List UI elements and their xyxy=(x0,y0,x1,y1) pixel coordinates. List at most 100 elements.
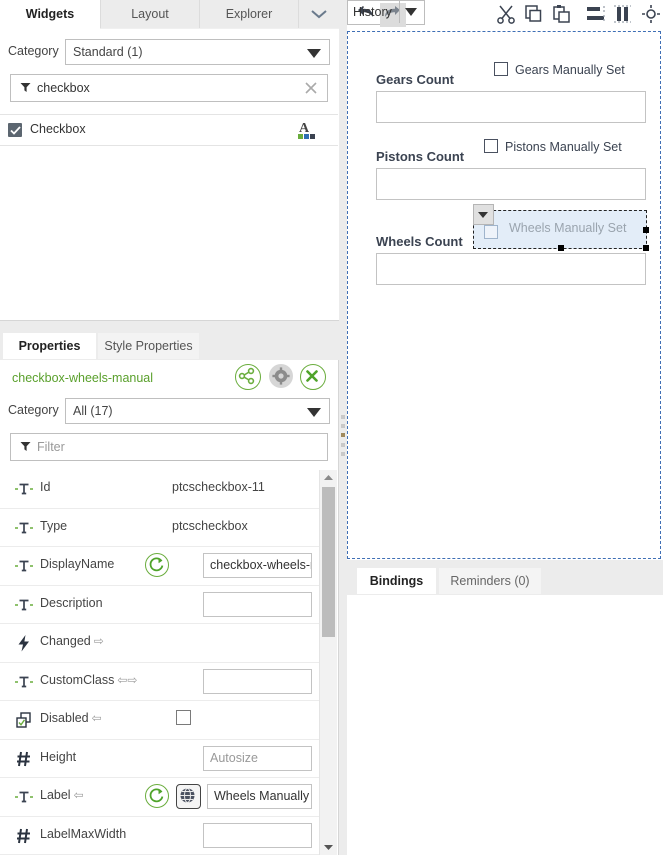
disabled-checkbox[interactable] xyxy=(176,710,191,725)
label-input[interactable]: Wheels Manually xyxy=(207,784,312,809)
gears-manually-set-label: Gears Manually Set xyxy=(515,63,625,77)
widgets-category-label: Category xyxy=(8,44,59,58)
widget-search-input[interactable]: checkbox xyxy=(10,74,328,102)
property-row-type: Type ptcscheckbox xyxy=(0,508,320,547)
share-icon[interactable] xyxy=(235,364,262,390)
mashup-builder-app: Widgets Layout Explorer Category Standar… xyxy=(0,0,663,855)
property-row-id: Id ptcscheckbox-11 xyxy=(0,470,320,509)
properties-tabbar: Properties Style Properties xyxy=(0,333,339,360)
svg-text:A: A xyxy=(299,121,310,136)
property-rows: Id ptcscheckbox-11 Type ptcscheckbox Dis… xyxy=(0,470,320,855)
reset-property-icon[interactable] xyxy=(145,553,169,577)
tab-bindings[interactable]: Bindings xyxy=(357,568,436,594)
pistons-count-input[interactable] xyxy=(376,168,646,200)
scrollbar-thumb[interactable] xyxy=(322,487,335,637)
description-input[interactable] xyxy=(203,591,312,617)
list-item-label: Checkbox xyxy=(30,122,86,136)
resize-handle-right[interactable] xyxy=(643,227,649,233)
gears-manually-set-checkbox[interactable] xyxy=(494,62,508,76)
customclass-input[interactable] xyxy=(203,668,312,694)
pistons-manually-set-checkbox[interactable] xyxy=(484,139,498,153)
displayname-input[interactable]: checkbox-wheels-man xyxy=(203,553,312,578)
tab-layout[interactable]: Layout xyxy=(101,0,200,28)
fit-to-container-icon[interactable] xyxy=(640,4,663,26)
chevron-down-icon xyxy=(478,212,488,218)
property-row-height: Height Autosize xyxy=(0,739,320,778)
resize-handle-bottom[interactable] xyxy=(558,245,564,251)
wheels-manually-set-label: Wheels Manually Set xyxy=(509,221,627,235)
binding-arrow-icon: ⇦⇨ xyxy=(117,672,138,687)
pistons-count-label: Pistons Count xyxy=(376,149,465,164)
cut-icon[interactable] xyxy=(495,4,519,26)
filter-icon xyxy=(20,441,31,455)
widgets-category-row: Category Standard (1) xyxy=(8,39,330,65)
align-horizontal-icon[interactable] xyxy=(584,4,608,26)
widgets-tabbar: Widgets Layout Explorer xyxy=(0,0,339,30)
scroll-down-icon[interactable] xyxy=(320,840,337,855)
text-type-icon xyxy=(14,556,34,576)
mashup-canvas[interactable]: Gears Count Gears Manually Set Pistons C… xyxy=(347,31,661,559)
property-row-changed: Changed ⇨ xyxy=(0,624,320,663)
properties-scrollbar[interactable] xyxy=(319,470,337,855)
close-icon[interactable] xyxy=(300,364,326,390)
paste-icon[interactable] xyxy=(551,4,575,26)
selected-widget-wheels-manually-set[interactable]: Wheels Manually Set xyxy=(473,210,649,251)
chevron-down-icon[interactable] xyxy=(299,0,339,28)
property-row-disabled: Disabled ⇦ xyxy=(0,701,320,740)
panel-horizontal-splitter[interactable] xyxy=(0,320,339,336)
property-row-labelmaxwidth: LabelMaxWidth xyxy=(0,816,320,855)
scroll-up-icon[interactable] xyxy=(320,470,337,485)
properties-filter-input[interactable]: Filter xyxy=(10,433,328,461)
chevron-down-icon xyxy=(307,49,321,58)
property-label: Height xyxy=(40,749,77,764)
widgets-category-value: Standard (1) xyxy=(73,45,143,59)
tab-explorer[interactable]: Explorer xyxy=(200,0,299,28)
properties-category-label: Category xyxy=(8,403,59,417)
property-label: Type xyxy=(40,518,68,533)
property-value: ptcscheckbox-11 xyxy=(172,480,265,494)
properties-category-select[interactable]: All (17) xyxy=(65,398,330,424)
tab-style-properties[interactable]: Style Properties xyxy=(98,333,199,359)
tab-reminders[interactable]: Reminders (0) xyxy=(439,568,541,594)
bindings-body xyxy=(347,595,663,855)
tab-properties[interactable]: Properties xyxy=(3,333,96,359)
labelmaxwidth-input[interactable] xyxy=(203,822,312,848)
height-input[interactable]: Autosize xyxy=(203,745,312,771)
wheels-count-input[interactable] xyxy=(376,253,646,285)
widget-search-value: checkbox xyxy=(37,81,90,95)
properties-category-row: Category All (17) xyxy=(8,398,330,424)
property-label: LabelMaxWidth xyxy=(40,826,127,841)
widget-list: Checkbox A xyxy=(0,114,338,316)
widgets-category-select[interactable]: Standard (1) xyxy=(65,39,330,65)
checkbox-icon xyxy=(8,123,22,137)
reset-property-icon[interactable] xyxy=(145,784,169,808)
text-widget-icon: A xyxy=(298,119,316,142)
text-type-icon xyxy=(14,787,34,807)
history-separator xyxy=(399,0,400,23)
chevron-down-icon[interactable] xyxy=(405,8,417,16)
close-icon[interactable] xyxy=(301,78,321,98)
bindings-splitter[interactable] xyxy=(347,560,663,568)
wheels-manually-set-checkbox[interactable] xyxy=(484,225,498,239)
properties-category-value: All (17) xyxy=(73,404,113,418)
panel-vertical-splitter[interactable] xyxy=(339,0,347,855)
widget-dropdown-button[interactable] xyxy=(473,204,494,225)
properties-panel-body: checkbox-wheels-manual Category All (17)… xyxy=(0,360,339,855)
resize-handle-bottom-right[interactable] xyxy=(643,245,649,251)
list-item[interactable]: Checkbox A xyxy=(0,114,338,146)
bindings-panel: Bindings Reminders (0) xyxy=(347,568,663,855)
chevron-down-icon xyxy=(307,408,321,417)
splitter-grip-icon xyxy=(341,415,346,464)
tab-widgets[interactable]: Widgets xyxy=(0,0,101,29)
align-vertical-icon[interactable] xyxy=(612,4,636,26)
selected-widget-name: checkbox-wheels-manual xyxy=(12,371,154,385)
property-label: Disabled ⇦ xyxy=(40,711,102,725)
binding-arrow-icon: ⇦ xyxy=(91,711,102,725)
property-label: Label ⇦ xyxy=(40,788,84,802)
copy-icon[interactable] xyxy=(523,4,547,26)
property-row-description: Description xyxy=(0,585,320,624)
boolean-icon xyxy=(14,710,34,730)
gear-icon[interactable] xyxy=(268,364,293,388)
gears-count-input[interactable] xyxy=(376,91,646,123)
globe-icon[interactable] xyxy=(176,784,201,809)
